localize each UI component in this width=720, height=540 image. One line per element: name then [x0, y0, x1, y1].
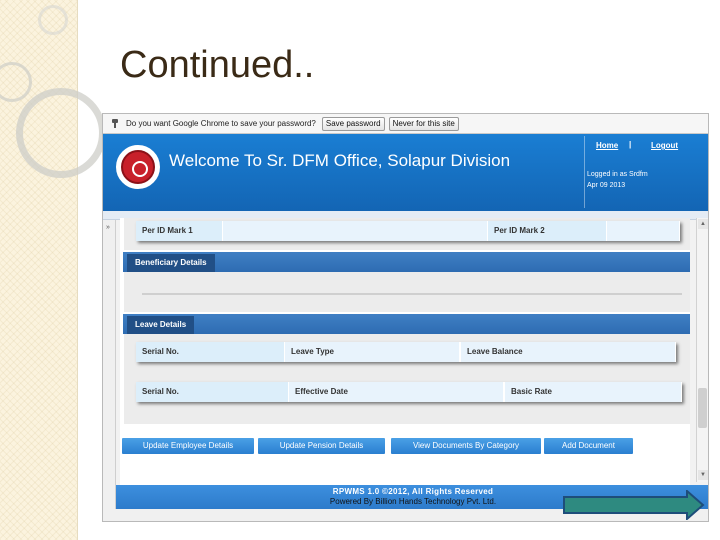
- per-id-mark-2-label: Per ID Mark 2: [494, 226, 545, 235]
- current-date: Apr 09 2013: [587, 182, 626, 189]
- per-id-mark-2-value: [606, 221, 680, 241]
- main-content: Per ID Mark 1 Per ID Mark 2 Beneficiary …: [120, 218, 690, 512]
- left-panel-strip: »: [103, 220, 116, 521]
- logout-link[interactable]: Logout: [651, 141, 678, 150]
- decorative-ring: [0, 62, 32, 102]
- beneficiary-details-tab[interactable]: Beneficiary Details: [127, 254, 215, 272]
- save-password-button[interactable]: Save password: [321, 116, 385, 131]
- beneficiary-section-bar: Beneficiary Details: [123, 252, 690, 272]
- leave-col-serial: Serial No.: [142, 347, 179, 356]
- scroll-down-icon[interactable]: ▼: [698, 470, 708, 480]
- expand-arrow-icon[interactable]: »: [106, 224, 110, 231]
- scroll-up-icon[interactable]: ▲: [698, 219, 708, 229]
- update-pension-details-button[interactable]: Update Pension Details: [258, 438, 385, 454]
- leave-table-header: Serial No. Leave Type Leave Balance: [136, 342, 676, 362]
- application-screenshot: Do you want Google Chrome to save your p…: [102, 113, 709, 522]
- home-link[interactable]: Home: [596, 141, 618, 150]
- slide-title: Continued..: [120, 44, 315, 86]
- site-header: Welcome To Sr. DFM Office, Solapur Divis…: [103, 134, 708, 211]
- rate-col-basic-rate: Basic Rate: [504, 382, 682, 402]
- railway-logo-icon: [116, 145, 160, 189]
- infobar-prompt: Do you want Google Chrome to save your p…: [126, 119, 316, 128]
- per-id-mark-1-label: Per ID Mark 1: [142, 226, 193, 235]
- leave-section-bar: Leave Details: [123, 314, 690, 334]
- welcome-title: Welcome To Sr. DFM Office, Solapur Divis…: [169, 151, 511, 170]
- rate-col-effective-date: Effective Date: [288, 382, 504, 402]
- update-employee-details-button[interactable]: Update Employee Details: [122, 438, 254, 454]
- password-infobar: Do you want Google Chrome to save your p…: [103, 114, 708, 134]
- leave-col-balance: Leave Balance: [460, 342, 676, 362]
- scroll-thumb[interactable]: [698, 388, 707, 428]
- logged-in-user: Logged in as Srdfm: [587, 171, 648, 178]
- decorative-ring: [16, 88, 106, 178]
- leave-col-type: Leave Type: [284, 342, 460, 362]
- view-documents-button[interactable]: View Documents By Category: [391, 438, 541, 454]
- per-id-row: Per ID Mark 1 Per ID Mark 2: [136, 221, 680, 241]
- never-for-site-button[interactable]: Never for this site: [388, 116, 459, 131]
- divider-line: [142, 293, 682, 295]
- right-arrow-icon[interactable]: [563, 490, 705, 520]
- decorative-ring: [38, 5, 68, 35]
- rate-table-header: Serial No. Effective Date Basic Rate: [136, 382, 682, 402]
- beneficiary-pane: [124, 272, 690, 312]
- leave-details-tab[interactable]: Leave Details: [127, 316, 195, 334]
- header-link-separator: |: [629, 140, 632, 149]
- vertical-scrollbar[interactable]: ▲ ▼: [696, 218, 708, 482]
- rate-col-serial: Serial No.: [142, 387, 179, 396]
- add-document-button[interactable]: Add Document: [544, 438, 633, 454]
- per-id-mark-1-value: [222, 221, 488, 241]
- pin-icon: [112, 119, 118, 128]
- slide-decorative-band: [0, 0, 106, 540]
- login-info: Logged in as Srdfm Apr 09 2013: [587, 169, 648, 191]
- header-divider: [584, 136, 585, 208]
